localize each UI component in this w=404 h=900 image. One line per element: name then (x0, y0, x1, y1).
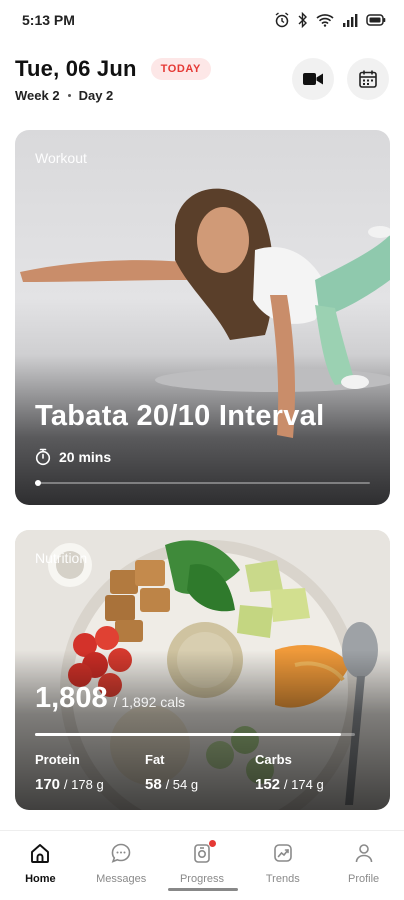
trends-icon (271, 841, 295, 865)
video-call-button[interactable] (292, 58, 334, 100)
macro-fat: Fat 58 / 54 g (145, 752, 255, 793)
today-badge[interactable]: TODAY (150, 58, 211, 80)
macro-name: Fat (145, 752, 165, 767)
profile-icon (352, 841, 376, 865)
bluetooth-icon (298, 12, 307, 28)
calories-progress-bar (35, 733, 355, 736)
header: Tue, 06 Jun TODAY Week 2 Day 2 (0, 52, 404, 112)
calendar-icon (359, 70, 377, 88)
nav-label: Home (25, 873, 56, 885)
nav-item-messages[interactable]: Messages (81, 831, 162, 900)
week-day-label: Week 2 Day 2 (15, 88, 113, 103)
macro-current: 170 (35, 776, 61, 793)
calendar-button[interactable] (347, 58, 389, 100)
macro-current: 58 (145, 776, 162, 793)
notification-dot (208, 840, 216, 847)
nav-item-home[interactable]: Home (0, 831, 81, 900)
wifi-icon (316, 14, 334, 27)
day-label: Day 2 (78, 88, 114, 103)
calories-progress-fill (35, 733, 341, 736)
separator-dot (67, 94, 71, 97)
macro-value: 58 / 54 g (145, 776, 255, 793)
stopwatch-icon (35, 448, 51, 466)
home-indicator (168, 888, 238, 891)
macro-name: Protein (35, 752, 80, 767)
alarm-icon (275, 12, 289, 28)
nav-item-profile[interactable]: Profile (323, 831, 404, 900)
macros-row: Protein 170 / 178 g Fat 58 / 54 g Carbs … (35, 752, 365, 793)
macro-protein: Protein 170 / 178 g (35, 752, 145, 793)
workout-progress-bar (35, 480, 370, 486)
video-camera-icon (303, 73, 323, 85)
status-icons (274, 12, 386, 28)
workout-title: Tabata 20/10 Interval (35, 400, 325, 432)
nav-label: Progress (179, 873, 224, 885)
date-row: Tue, 06 Jun TODAY (15, 56, 211, 82)
workout-label: Workout (35, 150, 87, 166)
workout-duration-text: 20 mins (59, 449, 112, 465)
calories-value: 1,808 (35, 682, 108, 714)
chat-bubble-icon (109, 841, 133, 865)
calories-goal: / 1,892 cals (113, 694, 186, 710)
workout-card[interactable]: Workout Tabata 20/10 Interval 20 mins (15, 130, 390, 505)
workout-duration: 20 mins (35, 448, 111, 466)
status-time: 5:13 PM (22, 12, 75, 28)
nav-label: Trends (265, 873, 300, 885)
page-title-date: Tue, 06 Jun (15, 56, 137, 81)
status-bar: 5:13 PM (0, 0, 404, 40)
macro-goal: / 178 g (63, 777, 104, 792)
macro-goal: / 54 g (165, 777, 199, 792)
signal-icon (343, 14, 358, 27)
macro-carbs: Carbs 152 / 174 g (255, 752, 365, 793)
nav-label: Profile (347, 873, 380, 885)
macro-current: 152 (255, 776, 281, 793)
calories-summary: 1,808 / 1,892 cals (35, 682, 185, 715)
battery-icon (366, 14, 386, 26)
macro-name: Carbs (255, 752, 292, 767)
macro-value: 152 / 174 g (255, 776, 365, 793)
macro-value: 170 / 178 g (35, 776, 145, 793)
progress-icon (190, 840, 216, 865)
nutrition-label: Nutrition (35, 550, 88, 566)
home-icon (28, 841, 52, 865)
nav-item-trends[interactable]: Trends (242, 831, 323, 900)
nav-label: Messages (96, 873, 147, 885)
macro-goal: / 174 g (283, 777, 324, 792)
nutrition-card[interactable]: Nutrition 1,808 / 1,892 cals Protein 170… (15, 530, 390, 810)
week-label: Week 2 (15, 88, 60, 103)
